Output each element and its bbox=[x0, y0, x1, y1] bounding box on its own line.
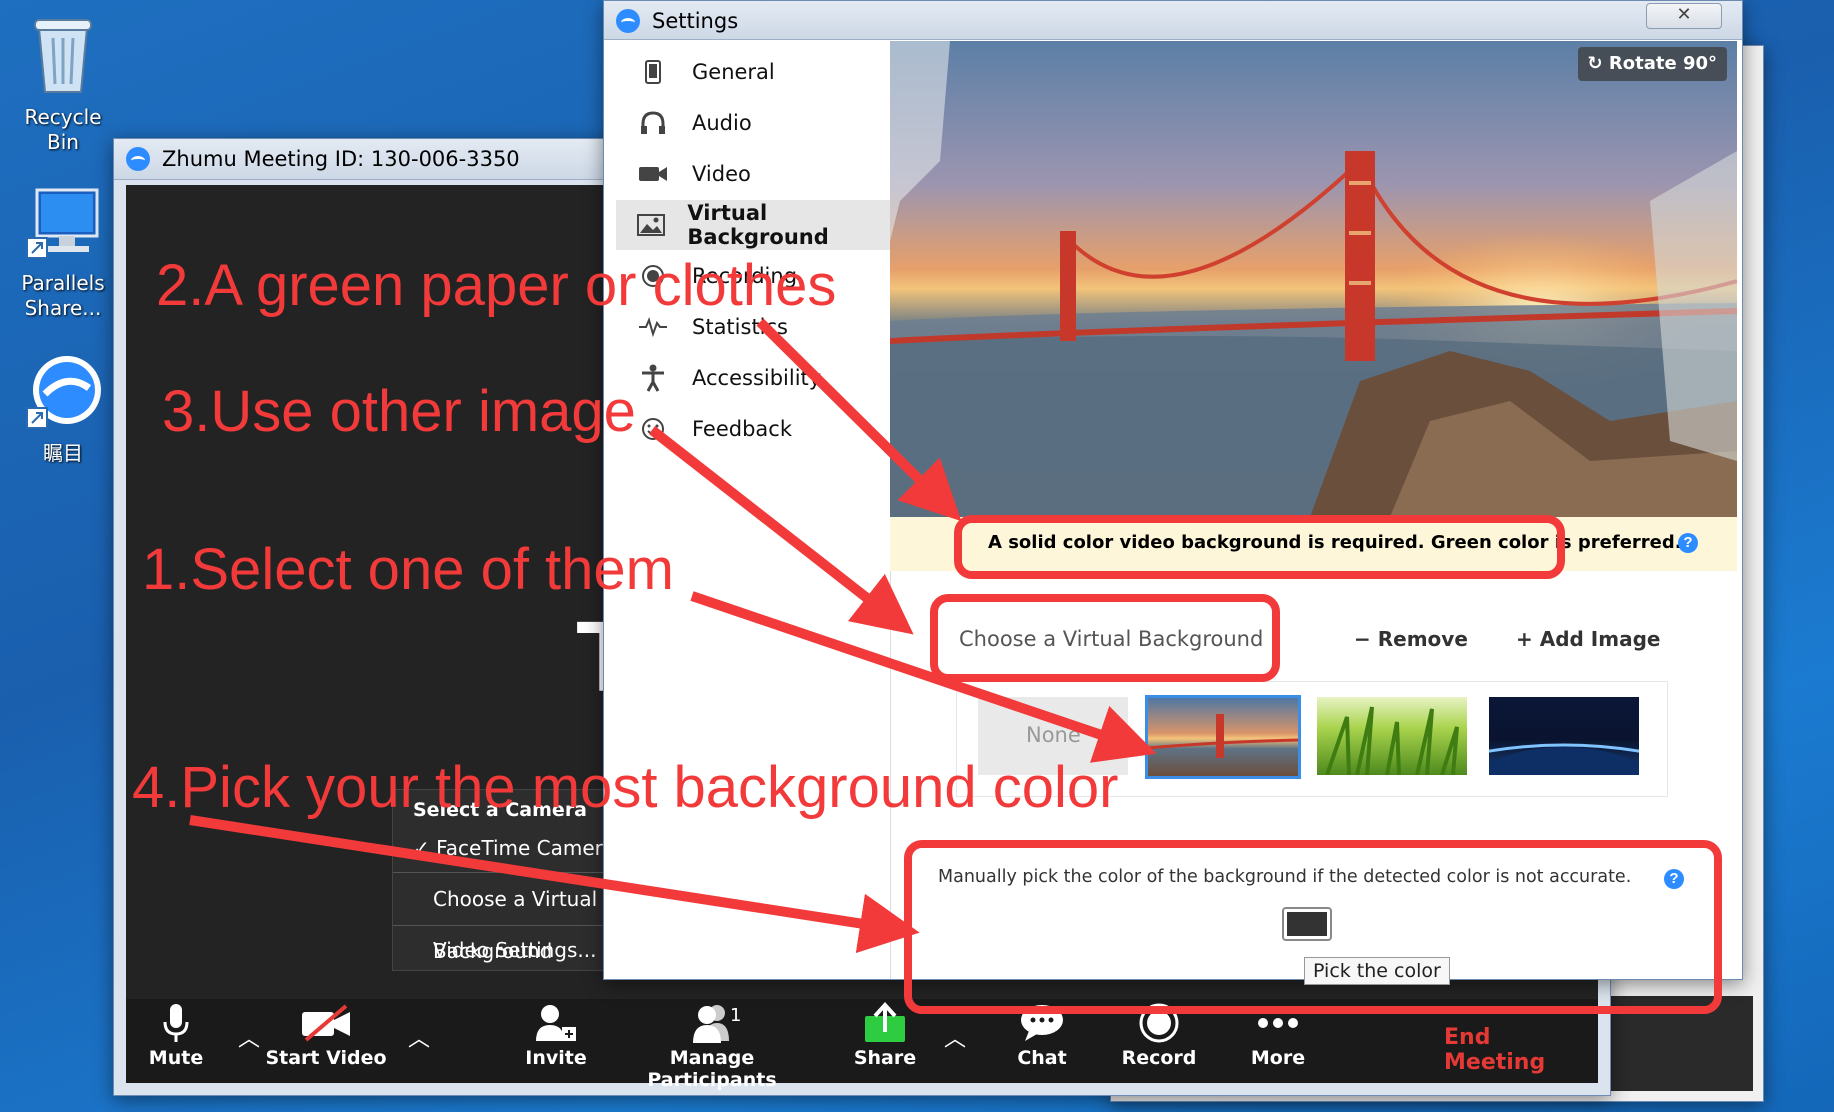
invite-button[interactable]: Invite bbox=[516, 999, 596, 1083]
virtual-background-preview: ↻ Rotate 90° bbox=[890, 41, 1737, 517]
zhumu-app-label: 瞩目 bbox=[43, 441, 83, 465]
annotation-note-1: 1.Select one of them bbox=[142, 537, 674, 602]
settings-title: Settings bbox=[652, 9, 739, 33]
nav-item-general[interactable]: General bbox=[616, 47, 891, 97]
microphone-icon bbox=[163, 1004, 189, 1042]
smile-icon bbox=[642, 418, 664, 440]
record-label: Record bbox=[1121, 1047, 1197, 1069]
headphones-icon bbox=[641, 111, 665, 134]
share-label: Share bbox=[853, 1047, 917, 1069]
thumbnail-earth[interactable] bbox=[1454, 697, 1674, 867]
annotation-box-warning bbox=[954, 515, 1565, 579]
grass-thumb-image bbox=[1325, 706, 1459, 776]
invite-user-icon bbox=[536, 1005, 576, 1041]
remove-label: Remove bbox=[1377, 627, 1468, 651]
nav-label-virtual-background: Virtual Background bbox=[687, 201, 829, 249]
parallels-share-label: Parallels Share... bbox=[21, 271, 105, 320]
annotation-box-choose bbox=[930, 594, 1280, 682]
nav-item-video[interactable]: Video bbox=[616, 149, 891, 199]
recycle-bin-icon[interactable]: Recycle Bin bbox=[8, 14, 118, 155]
share-options-caret-icon[interactable]: ︿ bbox=[944, 1021, 966, 1053]
zhumu-logo-icon bbox=[126, 147, 150, 171]
remove-button[interactable]: − Remove bbox=[1354, 627, 1468, 651]
mute-label: Mute bbox=[148, 1047, 204, 1069]
recycle-bin-label: Recycle Bin bbox=[24, 105, 102, 154]
rotate-label: Rotate 90° bbox=[1608, 53, 1717, 74]
golden-gate-thumb-image bbox=[1147, 714, 1299, 758]
camera-icon bbox=[639, 167, 667, 181]
nav-label-audio: Audio bbox=[692, 111, 752, 135]
video-options-caret-icon[interactable]: ︿ bbox=[408, 1021, 430, 1053]
annotation-note-2: 2.A green paper or clothes bbox=[156, 253, 837, 318]
person-icon bbox=[642, 364, 664, 392]
mute-button[interactable]: Mute bbox=[132, 999, 220, 1083]
thumbnail-grass[interactable] bbox=[1317, 697, 1467, 776]
end-meeting-button[interactable]: End Meeting bbox=[1444, 1025, 1598, 1075]
meeting-title: Zhumu Meeting ID: 130-006-3350 bbox=[162, 147, 520, 171]
add-image-button[interactable]: + Add Image bbox=[1516, 627, 1660, 651]
participant-count-badge: 1 bbox=[730, 1005, 742, 1026]
phone-icon bbox=[645, 60, 661, 84]
settings-window: Settings ✕ General Audio Video Virtual B… bbox=[603, 0, 1743, 985]
pulse-icon bbox=[639, 317, 667, 337]
more-label: More bbox=[1250, 1047, 1306, 1069]
close-icon: ✕ bbox=[1676, 4, 1692, 25]
invite-label: Invite bbox=[525, 1047, 587, 1069]
share-screen-icon bbox=[865, 1002, 905, 1042]
thumbnail-none-label: None bbox=[1026, 723, 1081, 747]
zhumu-logo-icon bbox=[616, 9, 640, 33]
zhumu-app-icon[interactable]: 瞩目 bbox=[8, 352, 118, 466]
annotation-note-4: 4.Pick your the most background color bbox=[132, 755, 1119, 820]
nav-item-virtual-background[interactable]: Virtual Background bbox=[616, 200, 891, 250]
more-dots-icon bbox=[1258, 1018, 1298, 1028]
add-image-label: Add Image bbox=[1539, 627, 1661, 651]
parallels-share-icon[interactable]: Parallels Share... bbox=[8, 186, 118, 321]
plus-icon: + bbox=[1516, 627, 1533, 651]
earth-thumb-image bbox=[1454, 743, 1674, 867]
nav-label-general: General bbox=[692, 60, 775, 84]
annotation-box-manual-pick bbox=[904, 840, 1722, 1014]
thumbnail-golden-gate[interactable] bbox=[1145, 695, 1301, 779]
annotation-note-3: 3.Use other image bbox=[162, 379, 636, 444]
start-video-label: Start Video bbox=[265, 1047, 387, 1069]
nav-label-accessibility: Accessibility bbox=[692, 366, 822, 390]
minus-icon: − bbox=[1354, 627, 1371, 651]
close-button[interactable]: ✕ bbox=[1646, 3, 1722, 29]
settings-titlebar[interactable]: Settings ✕ bbox=[604, 1, 1742, 40]
nav-label-video: Video bbox=[692, 162, 751, 186]
nav-item-audio[interactable]: Audio bbox=[616, 98, 891, 148]
rotate-icon: ↻ bbox=[1587, 53, 1609, 74]
video-off-icon bbox=[302, 1004, 350, 1042]
settings-nav: General Audio Video Virtual Background R… bbox=[604, 41, 891, 979]
help-icon[interactable]: ? bbox=[1678, 533, 1698, 553]
golden-gate-bridge-image bbox=[890, 41, 1737, 517]
manage-participants-button[interactable]: Manage Participants bbox=[612, 999, 812, 1091]
rotate-button[interactable]: ↻ Rotate 90° bbox=[1577, 47, 1727, 81]
nav-item-accessibility[interactable]: Accessibility bbox=[616, 353, 891, 403]
image-icon bbox=[636, 214, 665, 236]
chat-label: Chat bbox=[1017, 1047, 1067, 1069]
trash-icon bbox=[34, 19, 92, 93]
manage-participants-label: Manage Participants bbox=[647, 1047, 777, 1091]
nav-label-feedback: Feedback bbox=[692, 417, 793, 441]
zhumu-logo-icon bbox=[26, 356, 101, 429]
start-video-button[interactable]: Start Video bbox=[256, 999, 396, 1083]
computer-icon bbox=[26, 188, 99, 259]
nav-item-feedback[interactable]: Feedback bbox=[616, 404, 891, 454]
